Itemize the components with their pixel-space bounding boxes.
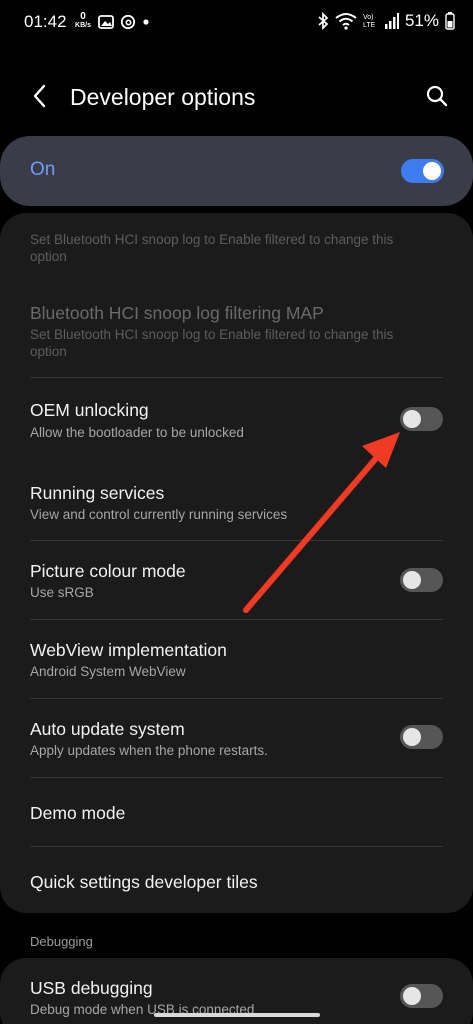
home-indicator[interactable]: [154, 1013, 320, 1017]
list-item-title: Bluetooth HCI snoop log filtering MAP: [30, 303, 324, 323]
oem-unlocking-toggle[interactable]: [400, 407, 443, 431]
master-switch-toggle[interactable]: [401, 159, 444, 183]
list-item-title: Picture colour mode: [30, 561, 186, 581]
toggle-knob: [403, 987, 421, 1005]
wifi-icon: [335, 13, 357, 30]
list-item-subtitle: Set Bluetooth HCI snoop log to Enable fi…: [30, 327, 394, 359]
list-item-bt-hci-filter-map: Bluetooth HCI snoop log filtering MAP Se…: [0, 293, 473, 375]
list-item-demo-mode[interactable]: Demo mode: [0, 778, 473, 844]
page-title: Developer options: [70, 84, 256, 110]
search-icon: [426, 85, 448, 107]
list-item-subtitle: Set Bluetooth HCI snoop log to Enable fi…: [30, 232, 394, 264]
app-bar: Developer options: [0, 66, 473, 126]
list-item-auto-update-system[interactable]: Auto update system Apply updates when th…: [0, 699, 473, 777]
dot-icon: [143, 19, 149, 25]
picture-colour-mode-toggle[interactable]: [400, 568, 443, 592]
section-header-debugging: Debugging: [30, 934, 93, 949]
usb-debugging-toggle[interactable]: [400, 984, 443, 1008]
list-item-title: Running services: [30, 483, 165, 503]
toggle-knob: [403, 571, 421, 589]
list-item-picture-colour-mode[interactable]: Picture colour mode Use sRGB: [0, 541, 473, 619]
status-bar: 01:42 0 KB/s Vo) LTE 51%: [0, 0, 473, 46]
master-switch-label: On: [30, 159, 56, 180]
list-item-title: Auto update system: [30, 719, 185, 739]
bluetooth-icon: [318, 12, 329, 30]
battery-icon: [445, 12, 455, 30]
list-item-subtitle: Allow the bootloader to be unlocked: [30, 425, 244, 440]
list-item-webview-implementation[interactable]: WebView implementation Android System We…: [0, 620, 473, 698]
signal-icon: [384, 13, 399, 29]
master-switch-card[interactable]: On: [0, 136, 473, 206]
network-speed: 0 KB/s: [74, 12, 92, 30]
settings-card: Set Bluetooth HCI snoop log to Enable fi…: [0, 213, 473, 913]
back-button[interactable]: [22, 78, 58, 114]
search-button[interactable]: [419, 78, 455, 114]
list-item-subtitle: View and control currently running servi…: [30, 507, 288, 522]
list-item-running-services[interactable]: Running services View and control curren…: [0, 463, 473, 539]
network-speed-value: 0: [80, 11, 86, 22]
list-item-oem-unlocking[interactable]: OEM unlocking Allow the bootloader to be…: [0, 378, 473, 454]
list-item-title: Quick settings developer tiles: [30, 872, 258, 892]
list-item-bt-hci-snoop-disabled: Set Bluetooth HCI snoop log to Enable fi…: [0, 213, 473, 273]
list-item-title: WebView implementation: [30, 640, 227, 660]
toggle-knob: [423, 162, 441, 180]
list-item-title: USB debugging: [30, 978, 153, 998]
list-item-subtitle: Use sRGB: [30, 585, 94, 600]
toggle-knob: [403, 410, 421, 428]
battery-percent: 51%: [404, 11, 439, 30]
status-right: Vo) LTE 51%: [317, 11, 455, 31]
volte-icon: Vo) LTE: [363, 14, 376, 29]
chevron-left-icon: [33, 84, 46, 108]
network-speed-unit: KB/s: [75, 22, 91, 29]
gallery-icon: [98, 15, 114, 29]
toggle-knob: [403, 728, 421, 746]
list-item-subtitle: Apply updates when the phone restarts.: [30, 743, 268, 758]
threads-icon: [120, 14, 136, 30]
svg-text:LTE: LTE: [363, 22, 376, 29]
auto-update-system-toggle[interactable]: [400, 725, 443, 749]
list-item-subtitle: Android System WebView: [30, 664, 186, 679]
list-item-title: Demo mode: [30, 803, 126, 823]
status-time: 01:42: [24, 12, 67, 31]
list-item-title: OEM unlocking: [30, 400, 149, 420]
svg-text:Vo): Vo): [363, 14, 374, 21]
list-item-quick-settings-tiles[interactable]: Quick settings developer tiles: [0, 847, 473, 913]
